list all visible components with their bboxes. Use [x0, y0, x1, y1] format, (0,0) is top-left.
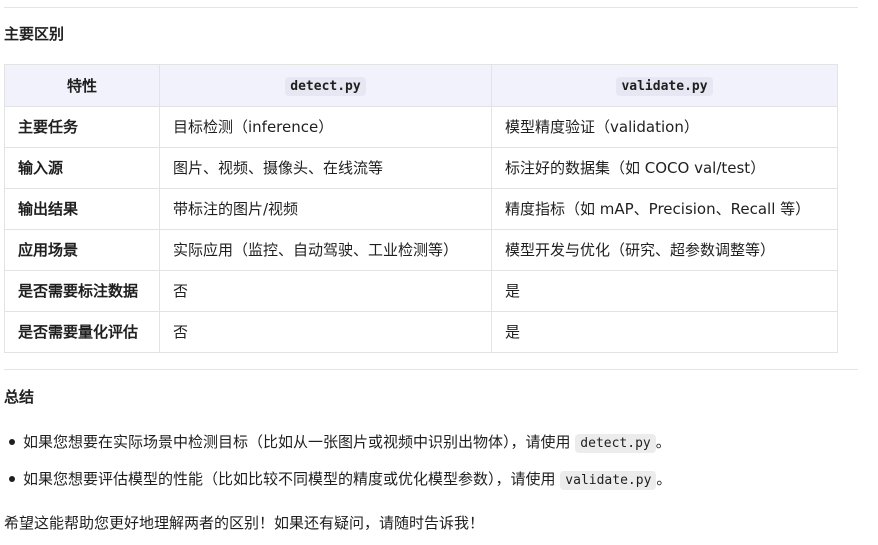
bullet-text: 如果您想要在实际场景中检测目标（比如从一张图片或视频中识别出物体），请使用 [23, 433, 571, 451]
table-row: 输出结果 带标注的图片/视频 精度指标（如 mAP、Precision、Reca… [4, 188, 838, 230]
row-feature: 输出结果 [4, 188, 160, 230]
list-item: 如果您想要在实际场景中检测目标（比如从一张图片或视频中识别出物体），请使用 de… [4, 430, 671, 467]
main-diff-heading: 主要区别 [4, 25, 65, 43]
row-feature: 主要任务 [4, 106, 160, 148]
table-row: 是否需要量化评估 否 是 [4, 311, 838, 353]
header-detect: detect.py [159, 64, 492, 107]
row-validate: 标注好的数据集（如 COCO val/test） [491, 147, 838, 189]
bullet-text: 如果您想要评估模型的性能（比如比较不同模型的精度或优化模型参数），请使用 [23, 470, 556, 488]
row-validate: 模型精度验证（validation） [491, 106, 838, 148]
table-row: 应用场景 实际应用（监控、自动驾驶、工业检测等） 模型开发与优化（研究、超参数调… [4, 229, 838, 271]
bullet-icon [9, 476, 15, 482]
row-feature: 输入源 [4, 147, 160, 189]
row-detect: 实际应用（监控、自动驾驶、工业检测等） [159, 229, 492, 271]
table-header-row: 特性 detect.py validate.py [4, 64, 838, 107]
row-feature: 应用场景 [4, 229, 160, 271]
table-row: 主要任务 目标检测（inference） 模型精度验证（validation） [4, 106, 838, 148]
row-detect: 否 [159, 270, 492, 312]
section-divider [4, 369, 858, 370]
row-feature: 是否需要标注数据 [4, 270, 160, 312]
row-validate: 是 [491, 311, 838, 353]
row-detect: 带标注的图片/视频 [159, 188, 492, 230]
bullet-icon [9, 439, 15, 445]
comparison-table: 特性 detect.py validate.py 主要任务 目标检测（infer… [4, 64, 838, 353]
row-detect: 图片、视频、摄像头、在线流等 [159, 147, 492, 189]
list-item: 如果您想要评估模型的性能（比如比较不同模型的精度或优化模型参数），请使用 val… [4, 467, 671, 504]
summary-list: 如果您想要在实际场景中检测目标（比如从一张图片或视频中识别出物体），请使用 de… [4, 430, 671, 504]
table-row: 是否需要标注数据 否 是 [4, 270, 838, 312]
row-detect: 目标检测（inference） [159, 106, 492, 148]
inline-code: validate.py [560, 471, 657, 490]
table-row: 输入源 图片、视频、摄像头、在线流等 标注好的数据集（如 COCO val/te… [4, 147, 838, 189]
bullet-end: 。 [656, 470, 672, 488]
validate-code-label: validate.py [616, 76, 713, 96]
bullet-end: 。 [655, 433, 671, 451]
inline-code: detect.py [575, 434, 656, 453]
summary-heading: 总结 [4, 388, 35, 406]
row-validate: 是 [491, 270, 838, 312]
row-validate: 模型开发与优化（研究、超参数调整等） [491, 229, 838, 271]
row-detect: 否 [159, 311, 492, 353]
detect-code-label: detect.py [285, 76, 366, 96]
row-validate: 精度指标（如 mAP、Precision、Recall 等） [491, 188, 838, 230]
header-validate: validate.py [491, 64, 838, 107]
top-divider [4, 7, 858, 8]
closing-text: 希望这能帮助您更好地理解两者的区别！如果还有疑问，请随时告诉我！ [4, 514, 485, 532]
header-feature: 特性 [4, 64, 160, 107]
row-feature: 是否需要量化评估 [4, 311, 160, 353]
